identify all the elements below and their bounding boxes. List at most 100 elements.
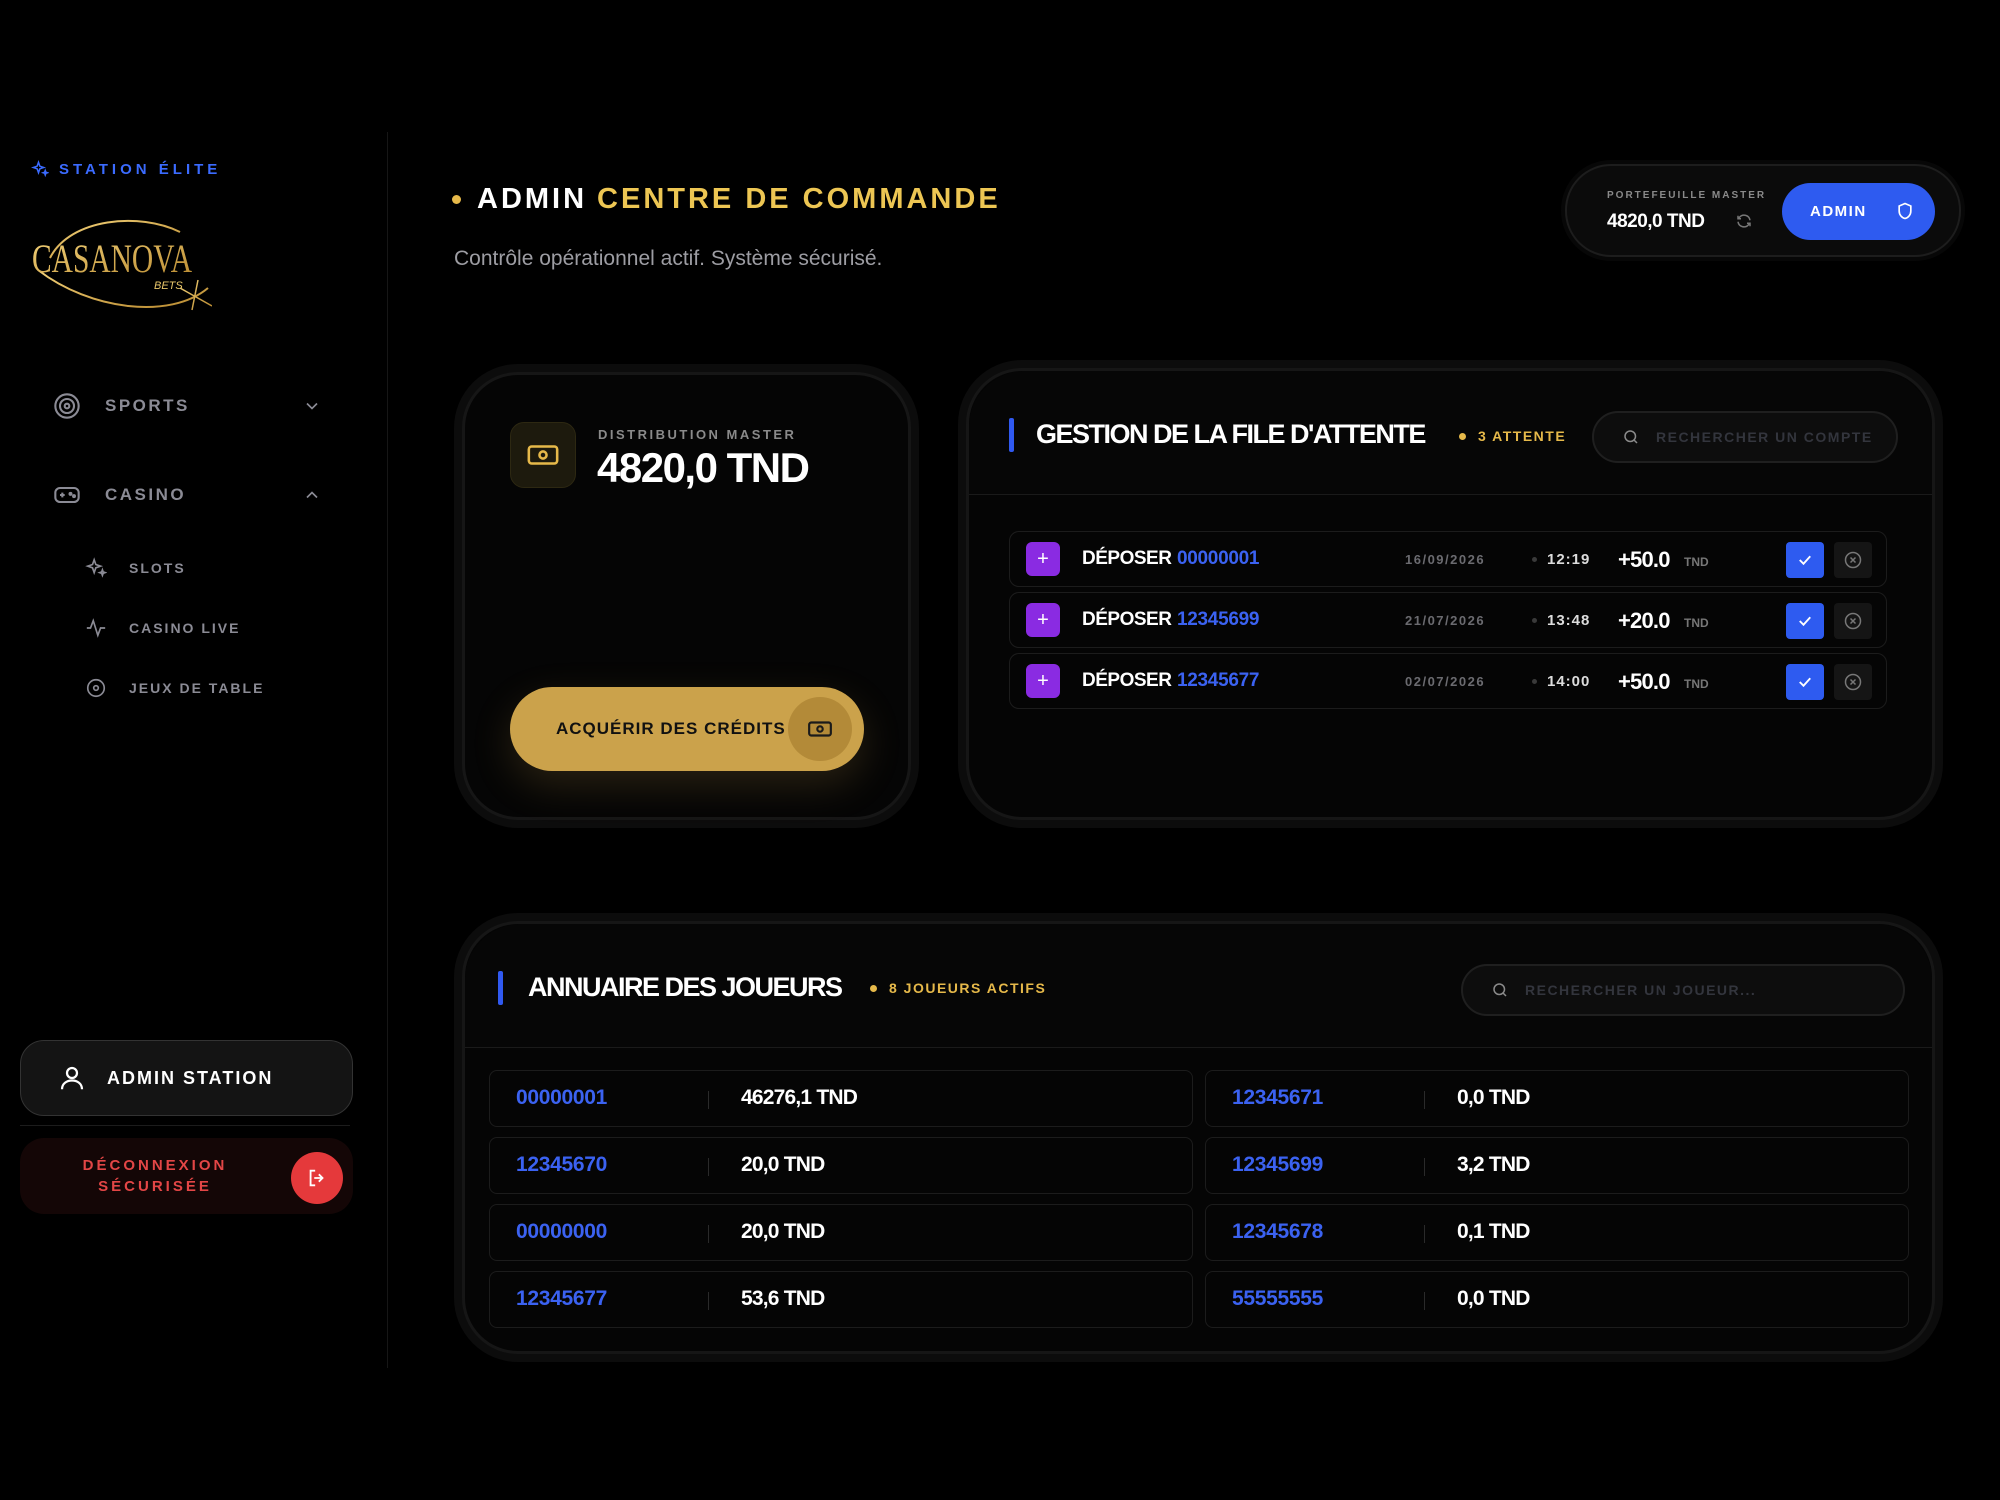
queue-row-date: 02/07/2026 <box>1405 674 1486 689</box>
sidebar-divider <box>20 1125 350 1126</box>
acquire-credits-label: ACQUÉRIR DES CRÉDITS <box>556 719 786 738</box>
target-icon <box>52 391 82 421</box>
player-account[interactable]: 12345670 <box>516 1153 607 1177</box>
user-icon <box>60 1066 84 1090</box>
account-search-input[interactable]: RECHERCHER UN COMPTE <box>1592 411 1898 463</box>
check-icon <box>1799 677 1811 688</box>
approve-button[interactable] <box>1786 664 1824 700</box>
brand-tag: STATION ÉLITE <box>31 160 221 178</box>
sidebar-item-slots[interactable]: SLOTS <box>84 553 186 583</box>
player-account[interactable]: 00000000 <box>516 1220 607 1244</box>
logo-subtext: BETS <box>154 280 183 292</box>
player-row[interactable]: 12345671 0,0 TND <box>1205 1070 1909 1127</box>
close-circle-icon <box>1844 673 1862 691</box>
logo-text: CASANOVA <box>32 236 192 281</box>
player-row[interactable]: 12345677 53,6 TND <box>489 1271 1193 1328</box>
reject-button[interactable] <box>1834 603 1872 639</box>
sidebar-item-jeux-de-table[interactable]: JEUX DE TABLE <box>84 673 264 703</box>
player-account[interactable]: 00000001 <box>516 1086 607 1110</box>
player-balance: 0,0 TND <box>1457 1287 1530 1310</box>
wallet-value: 4820,0 TND <box>1607 211 1705 232</box>
page-subtitle: Contrôle opérationnel actif. Système séc… <box>454 247 883 270</box>
badge-dot <box>870 984 877 992</box>
separator-dot <box>1532 618 1537 623</box>
banknote-icon <box>510 422 576 488</box>
queue-row-currency: TND <box>1684 616 1709 630</box>
account-search-placeholder: RECHERCHER UN COMPTE <box>1656 429 1873 445</box>
admin-station-button[interactable]: ADMIN STATION <box>20 1040 353 1116</box>
section-accent-bar <box>1009 418 1014 452</box>
approve-button[interactable] <box>1786 542 1824 578</box>
page-title-primary: ADMIN <box>477 183 588 215</box>
nav-sports-label: SPORTS <box>105 396 190 415</box>
queue-count-label: 3 ATTENTE <box>1478 428 1567 444</box>
player-row[interactable]: 12345699 3,2 TND <box>1205 1137 1909 1194</box>
gamepad-icon <box>52 480 82 510</box>
queue-row: + DÉPOSER 12345699 21/07/2026 13:48 +20.… <box>1009 592 1887 648</box>
plus-icon: + <box>1026 664 1060 698</box>
reject-button[interactable] <box>1834 664 1872 700</box>
distribution-label: DISTRIBUTION MASTER <box>598 427 797 442</box>
queue-row-time: 13:48 <box>1547 612 1591 629</box>
shield-icon <box>1898 202 1912 220</box>
nav-casino[interactable]: CASINO <box>52 470 322 520</box>
distribution-card: DISTRIBUTION MASTER 4820,0 TND ACQUÉRIR … <box>462 372 911 820</box>
nav-sports[interactable]: SPORTS <box>52 381 322 431</box>
admin-profile-button[interactable]: ADMIN <box>1782 183 1935 240</box>
players-title: ANNUAIRE DES JOUEURS <box>528 972 843 1002</box>
chevron-up-icon[interactable] <box>302 485 322 505</box>
column-divider <box>708 1225 709 1243</box>
logout-label-line2: SÉCURISÉE <box>98 1178 212 1195</box>
player-balance: 0,0 TND <box>1457 1086 1530 1109</box>
queue-row-date: 16/09/2026 <box>1405 552 1486 567</box>
queue-row-amount: +50.0 <box>1618 669 1670 694</box>
player-account[interactable]: 55555555 <box>1232 1287 1323 1311</box>
players-header: ANNUAIRE DES JOUEURS 8 JOUEURS ACTIFS RE… <box>465 924 1932 1048</box>
player-balance: 20,0 TND <box>741 1153 825 1176</box>
queue-row-time: 14:00 <box>1547 673 1591 690</box>
queue-row-account[interactable]: 12345677 <box>1177 670 1259 692</box>
player-balance: 53,6 TND <box>741 1287 825 1310</box>
player-row[interactable]: 12345678 0,1 TND <box>1205 1204 1909 1261</box>
queue-row-currency: TND <box>1684 555 1709 569</box>
queue-card: GESTION DE LA FILE D'ATTENTE 3 ATTENTE R… <box>966 368 1935 820</box>
queue-row-account[interactable]: 12345699 <box>1177 609 1259 631</box>
player-row[interactable]: 55555555 0,0 TND <box>1205 1271 1909 1328</box>
player-search-placeholder: RECHERCHER UN JOUEUR... <box>1525 982 1757 998</box>
reject-button[interactable] <box>1834 542 1872 578</box>
queue-title: GESTION DE LA FILE D'ATTENTE <box>1036 419 1426 449</box>
logout-button[interactable]: DÉCONNEXION SÉCURISÉE <box>20 1138 353 1214</box>
queue-row-account[interactable]: 00000001 <box>1177 548 1259 570</box>
player-row[interactable]: 12345670 20,0 TND <box>489 1137 1193 1194</box>
player-account[interactable]: 12345699 <box>1232 1153 1323 1177</box>
banknote-icon <box>788 697 852 761</box>
column-divider <box>1424 1225 1425 1243</box>
player-row[interactable]: 00000000 20,0 TND <box>489 1204 1193 1261</box>
logout-icon[interactable] <box>291 1152 343 1204</box>
sidebar-item-casino-live[interactable]: CASINO LIVE <box>84 613 240 643</box>
player-row[interactable]: 00000001 46276,1 TND <box>489 1070 1193 1127</box>
plus-icon: + <box>1026 603 1060 637</box>
wallet-label: PORTEFEUILLE MASTER <box>1607 190 1767 201</box>
separator-dot <box>1532 557 1537 562</box>
column-divider <box>708 1292 709 1310</box>
casanova-logo[interactable]: CASANOVA BETS <box>30 210 212 316</box>
player-account[interactable]: 12345671 <box>1232 1086 1323 1110</box>
refresh-icon[interactable] <box>1735 212 1753 230</box>
admin-station-label: ADMIN STATION <box>107 1067 274 1088</box>
search-icon <box>1493 983 1507 997</box>
section-accent-bar <box>498 971 503 1005</box>
activity-icon <box>84 616 108 640</box>
acquire-credits-button[interactable]: ACQUÉRIR DES CRÉDITS <box>510 687 864 771</box>
player-account[interactable]: 12345678 <box>1232 1220 1323 1244</box>
page-title-accent: CENTRE DE COMMANDE <box>597 183 1001 215</box>
player-search-input[interactable]: RECHERCHER UN JOUEUR... <box>1461 964 1905 1016</box>
queue-row-time: 12:19 <box>1547 551 1591 568</box>
queue-row: + DÉPOSER 12345677 02/07/2026 14:00 +50.… <box>1009 653 1887 709</box>
separator-dot <box>1532 679 1537 684</box>
close-circle-icon <box>1844 551 1862 569</box>
chevron-down-icon[interactable] <box>302 396 322 416</box>
approve-button[interactable] <box>1786 603 1824 639</box>
players-count-badge: 8 JOUEURS ACTIFS <box>870 980 1046 996</box>
player-account[interactable]: 12345677 <box>516 1287 607 1311</box>
